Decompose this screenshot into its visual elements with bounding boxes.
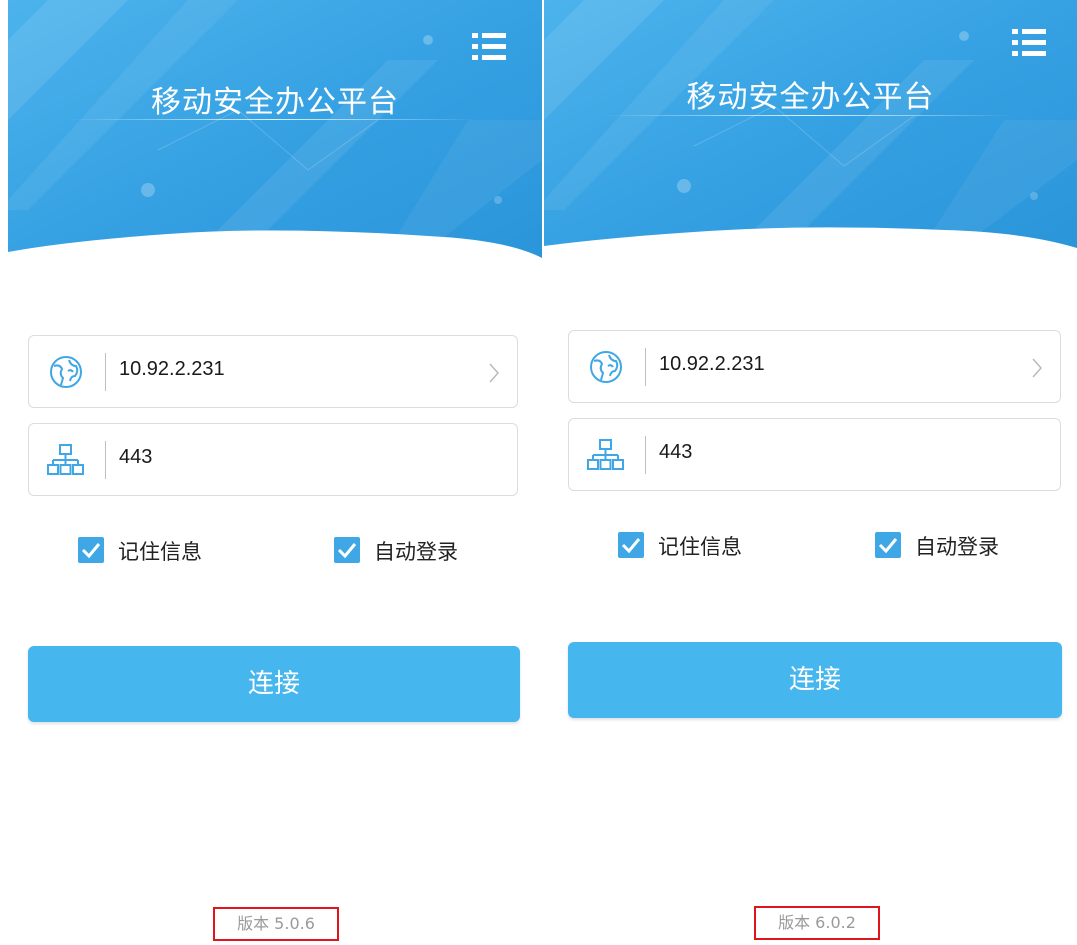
list-menu-icon	[472, 33, 506, 60]
connect-button[interactable]: 连接	[28, 646, 520, 722]
login-screen-v6: 移动安全办公平台 10.92.2.231 443 记住信息 自动登录 连接 版本…	[544, 0, 1077, 945]
chevron-right-icon[interactable]	[1030, 356, 1044, 380]
auto-login-label: 自动登录	[374, 540, 458, 564]
port-field[interactable]: 443	[28, 423, 518, 496]
chevron-right-icon[interactable]	[487, 361, 501, 385]
server-address-value: 10.92.2.231	[119, 358, 225, 380]
port-value: 443	[119, 446, 153, 468]
remember-info-label: 记住信息	[118, 540, 202, 564]
connect-button[interactable]: 连接	[568, 642, 1062, 718]
title-underline	[68, 119, 478, 120]
checkbox-checked[interactable]	[618, 532, 644, 558]
auto-login-label: 自动登录	[915, 535, 999, 559]
comparison-stage: 移动安全办公平台 10.92.2.231 443 记住信息 自动登录 连接 版本…	[0, 0, 1077, 945]
header-banner: 移动安全办公平台	[8, 0, 542, 258]
login-screen-v5: 移动安全办公平台 10.92.2.231 443 记住信息 自动登录 连接 版本…	[8, 0, 542, 945]
globe-icon	[590, 351, 622, 383]
menu-button[interactable]	[470, 30, 510, 64]
server-address-value: 10.92.2.231	[659, 353, 765, 375]
server-address-field[interactable]: 10.92.2.231	[28, 335, 518, 408]
title-underline	[604, 115, 1014, 116]
checkmark-icon	[621, 538, 641, 554]
page-title: 移动安全办公平台	[686, 80, 935, 115]
network-topology-icon	[587, 439, 624, 470]
header-banner: 移动安全办公平台	[544, 0, 1077, 258]
checkbox-checked[interactable]	[875, 532, 901, 558]
network-topology-icon	[47, 444, 84, 475]
page-title: 移动安全办公平台	[151, 85, 399, 120]
port-value: 443	[659, 441, 693, 463]
header-background	[8, 0, 542, 258]
remember-info-label: 记住信息	[658, 535, 742, 559]
checkmark-icon	[337, 543, 357, 559]
port-field[interactable]: 443	[568, 418, 1061, 491]
list-menu-icon	[1012, 29, 1046, 56]
field-divider	[645, 348, 646, 386]
version-label: 版本 5.0.6	[213, 907, 339, 941]
checkbox-checked[interactable]	[78, 537, 104, 563]
field-divider	[105, 353, 106, 391]
checkmark-icon	[878, 538, 898, 554]
menu-button[interactable]	[1010, 26, 1050, 60]
server-address-field[interactable]: 10.92.2.231	[568, 330, 1061, 403]
globe-icon	[50, 356, 82, 388]
checkmark-icon	[81, 543, 101, 559]
header-background	[544, 0, 1077, 248]
field-divider	[645, 436, 646, 474]
checkbox-checked[interactable]	[334, 537, 360, 563]
field-divider	[105, 441, 106, 479]
version-label: 版本 6.0.2	[754, 906, 880, 940]
